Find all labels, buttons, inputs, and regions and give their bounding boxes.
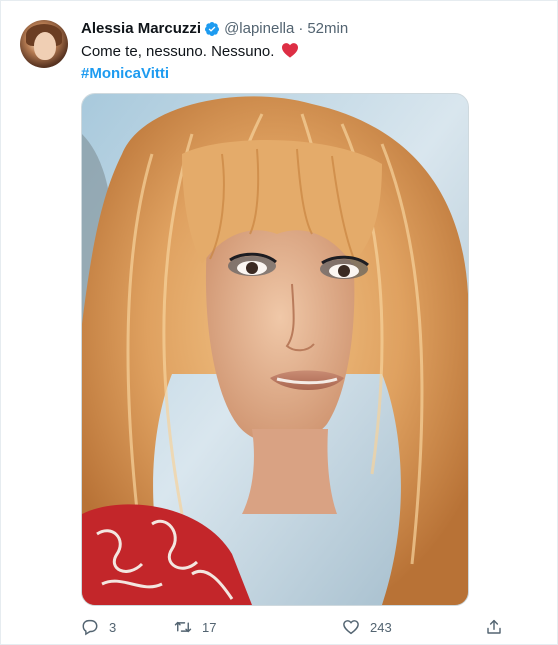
retweet-count: 17 <box>202 619 217 635</box>
author-handle[interactable]: @lapinella <box>224 19 294 39</box>
tweet-header: Alessia Marcuzzi @lapinella · 52min <box>81 19 348 39</box>
tweet-actions: 3 17 243 <box>81 616 511 638</box>
retweet-icon <box>174 621 192 633</box>
reply-count: 3 <box>109 619 117 635</box>
header-separator: · <box>298 20 304 37</box>
avatar-face <box>34 32 56 60</box>
tweet-card[interactable]: Alessia Marcuzzi @lapinella · 52min Come… <box>0 0 558 645</box>
verified-badge-icon <box>205 22 220 36</box>
reply-button[interactable]: 3 <box>81 616 116 638</box>
author-avatar[interactable] <box>20 20 68 68</box>
portrait-photo <box>82 94 468 605</box>
retweet-button[interactable]: 17 <box>174 616 216 638</box>
red-heart-icon <box>281 43 298 58</box>
like-button[interactable]: 243 <box>342 616 392 638</box>
tweet-time[interactable]: 52min <box>307 19 348 39</box>
like-count: 243 <box>370 619 392 635</box>
tweet-text: Come te, nessuno. Nessuno. <box>81 43 275 60</box>
reply-icon <box>82 619 98 636</box>
tweet-text-line: Come te, nessuno. Nessuno. <box>81 42 299 62</box>
share-button[interactable] <box>485 616 513 638</box>
like-heart-icon <box>343 620 359 635</box>
hashtag-link[interactable]: #MonicaVitti <box>81 64 169 84</box>
author-display-name[interactable]: Alessia Marcuzzi <box>81 19 201 39</box>
tweet-media-photo[interactable] <box>81 93 469 606</box>
share-icon <box>487 619 501 634</box>
